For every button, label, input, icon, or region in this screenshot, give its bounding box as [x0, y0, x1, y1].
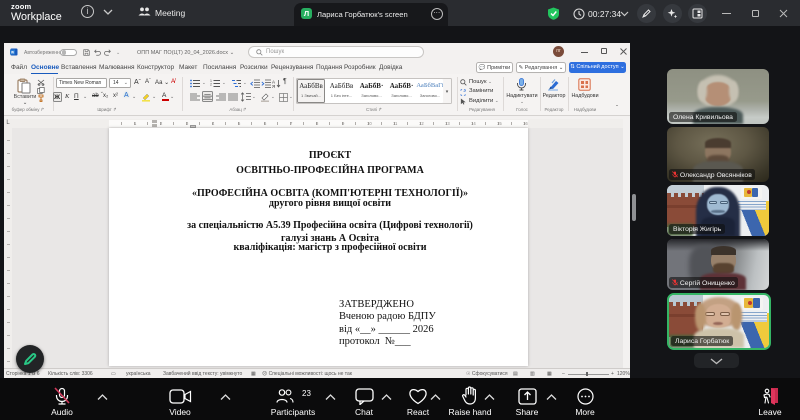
svg-text:Я: Я — [272, 84, 275, 88]
svg-text:2: 2 — [210, 83, 212, 87]
